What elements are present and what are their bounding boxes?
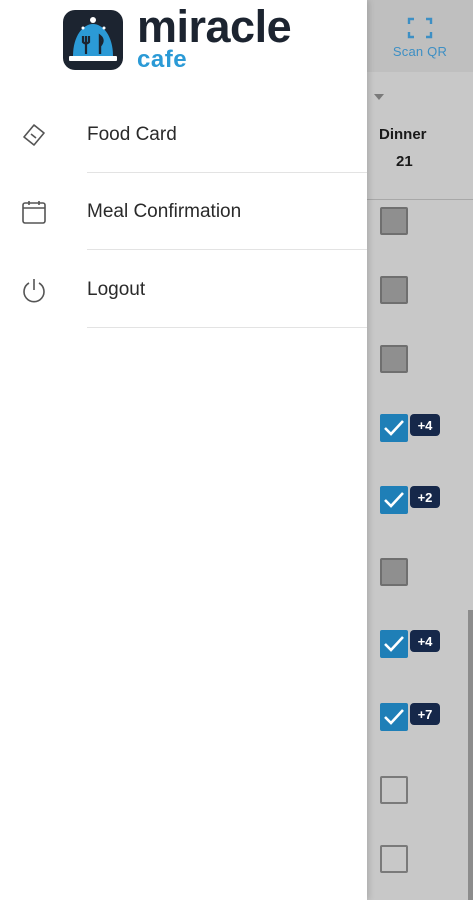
check-icon bbox=[384, 420, 404, 436]
menu-divider bbox=[87, 249, 367, 250]
scrollbar-thumb[interactable] bbox=[468, 610, 473, 900]
dropdown-caret-icon[interactable] bbox=[374, 94, 384, 100]
meal-checkbox-disabled bbox=[380, 207, 408, 235]
guest-count-badge: +2 bbox=[410, 486, 440, 508]
ticket-icon bbox=[23, 123, 45, 146]
guest-count-badge: +4 bbox=[410, 414, 440, 436]
brand-subtitle: cafe bbox=[137, 46, 188, 73]
menu-item-meal-confirmation[interactable]: Meal Confirmation bbox=[0, 173, 367, 250]
meal-checkbox-checked[interactable] bbox=[380, 703, 408, 731]
meal-checkbox-checked[interactable] bbox=[380, 414, 408, 442]
dome-cloche-icon bbox=[63, 10, 123, 70]
guest-count-badge: +7 bbox=[410, 703, 440, 725]
scan-qr-button[interactable]: Scan QR bbox=[367, 0, 473, 72]
menu-divider bbox=[87, 327, 367, 328]
menu-item-label: Food Card bbox=[87, 123, 177, 145]
check-icon bbox=[384, 636, 404, 652]
menu-item-label: Meal Confirmation bbox=[87, 200, 242, 222]
menu-item-logout[interactable]: Logout bbox=[0, 251, 367, 328]
qr-scan-icon bbox=[407, 17, 433, 39]
dinner-count: 21 bbox=[396, 153, 413, 170]
meal-checkbox-unchecked[interactable] bbox=[380, 776, 408, 804]
meal-checkbox-disabled bbox=[380, 276, 408, 304]
brand-logo: miracle cafe bbox=[61, 4, 323, 74]
navigation-drawer: miracle cafe Food Card Meal Confirmation… bbox=[0, 0, 367, 900]
meal-checkbox-disabled bbox=[380, 558, 408, 586]
menu-item-food-card[interactable]: Food Card bbox=[0, 96, 367, 173]
calendar-icon bbox=[22, 200, 46, 224]
meal-checkbox-unchecked[interactable] bbox=[380, 845, 408, 873]
check-icon bbox=[384, 492, 404, 508]
meal-checkbox-checked[interactable] bbox=[380, 630, 408, 658]
dinner-column-header: Dinner 21 bbox=[367, 126, 473, 170]
brand-name: miracle bbox=[137, 1, 292, 52]
meal-checkbox-checked[interactable] bbox=[380, 486, 408, 514]
scan-qr-label: Scan QR bbox=[392, 44, 448, 59]
power-icon bbox=[23, 278, 45, 302]
meal-checkbox-disabled bbox=[380, 345, 408, 373]
header-divider bbox=[367, 199, 473, 200]
check-icon bbox=[384, 709, 404, 725]
menu-item-label: Logout bbox=[87, 278, 146, 300]
dinner-title: Dinner bbox=[379, 126, 427, 143]
guest-count-badge: +4 bbox=[410, 630, 440, 652]
